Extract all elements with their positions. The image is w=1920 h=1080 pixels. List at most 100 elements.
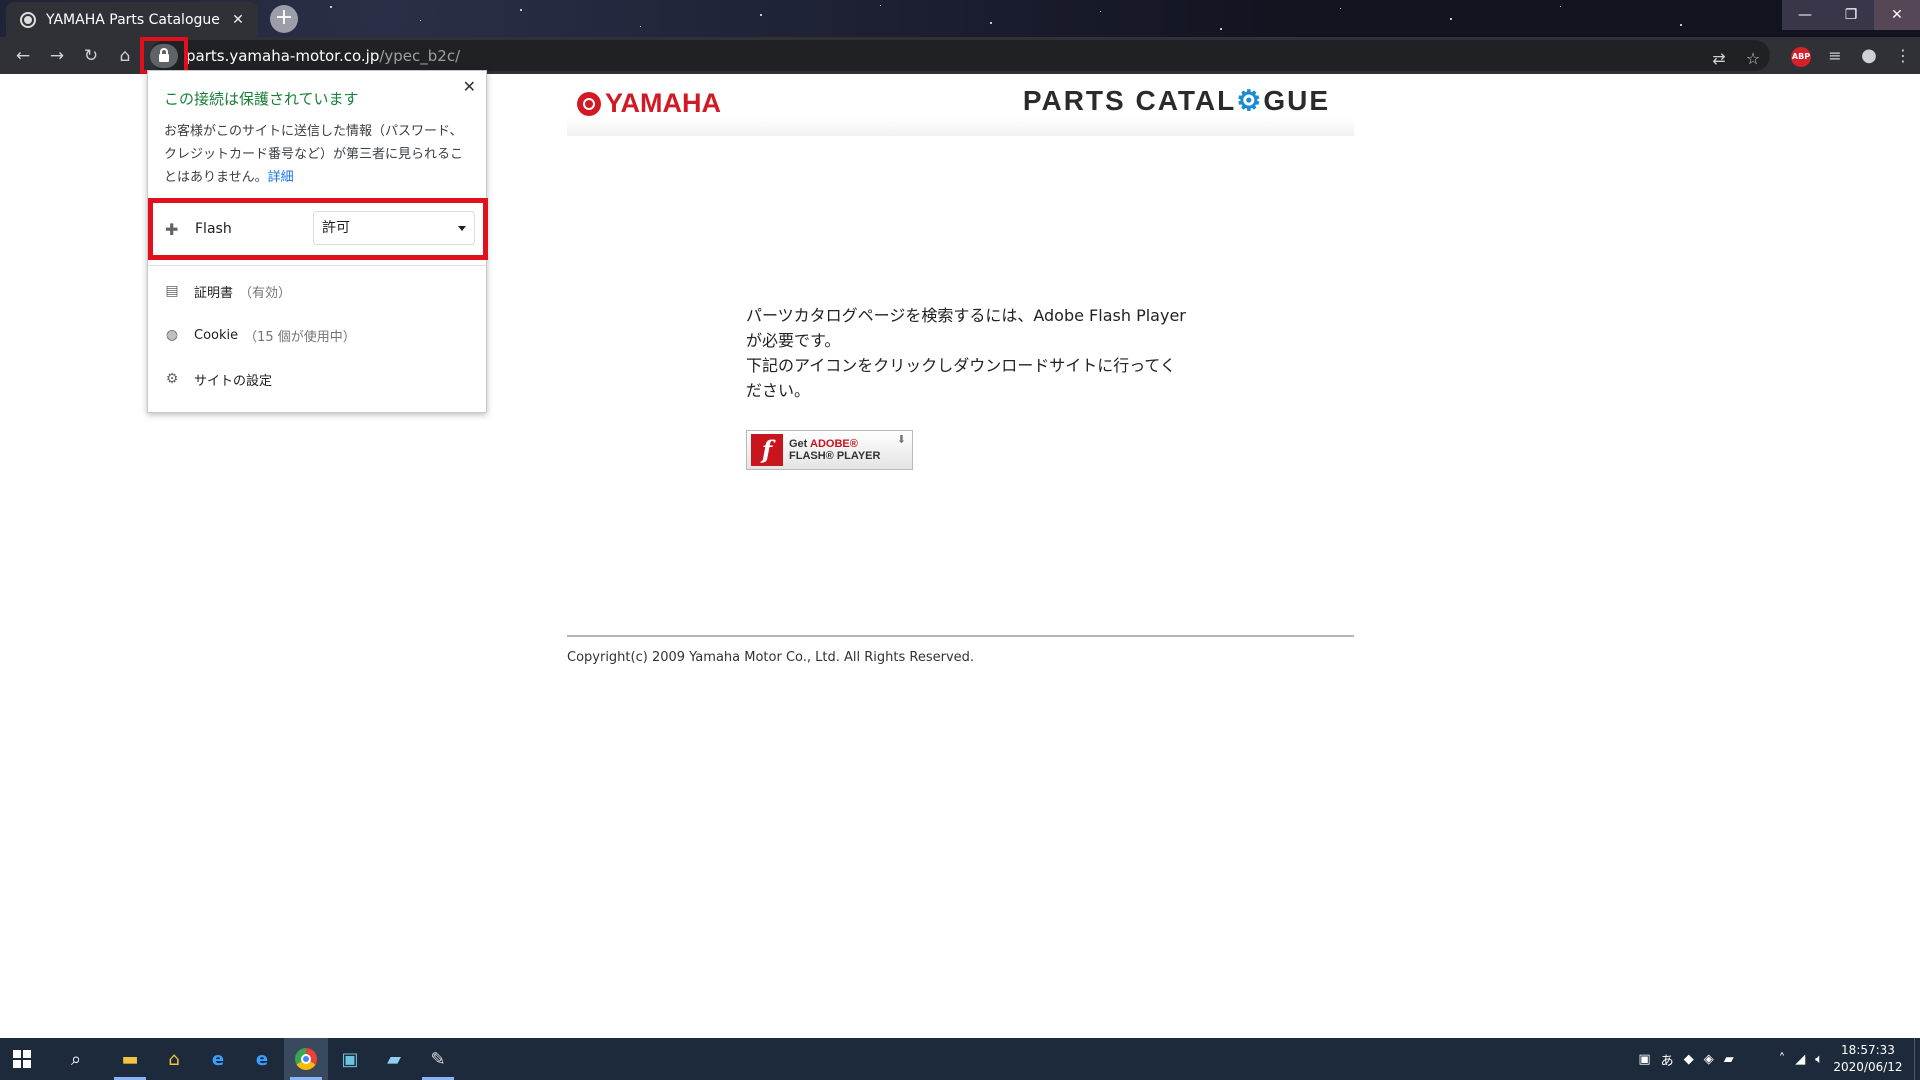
url-host: parts.yamaha-motor.co.jp xyxy=(186,46,380,65)
address-bar[interactable]: parts.yamaha-motor.co.jp/ypec_b2c/ ⇄ ☆ xyxy=(150,40,1770,71)
extension-area: ABP ≡ ● ⋮ xyxy=(1784,37,1920,74)
description-text: お客様がこのサイトに送信した情報（パスワード、クレジットカード番号など）が第三者… xyxy=(164,124,464,185)
parts-catalogue-title: PARTS CATAL⚙GUE xyxy=(1023,84,1330,117)
star xyxy=(880,5,881,6)
clock-time: 18:57:33 xyxy=(1841,1043,1895,1057)
file-explorer-icon[interactable]: ▬ xyxy=(108,1038,152,1080)
window-close-button[interactable]: ✕ xyxy=(1874,0,1920,30)
adblock-plus-icon[interactable]: ABP xyxy=(1784,44,1818,67)
flash-adobe-label: ADOBE® xyxy=(810,438,858,450)
system-tray: ▣ あ ◆ ◈ ▰ ˄ ◢ 🔈︎ 18:57:33 2020/06/12 xyxy=(1633,1038,1920,1080)
clock[interactable]: 18:57:33 2020/06/12 xyxy=(1828,1042,1908,1076)
flash-player-label: FLASH® PLAYER xyxy=(789,450,881,462)
flash-logo-icon: f xyxy=(751,434,783,466)
tray-app-icon[interactable]: ▰ xyxy=(1724,1052,1734,1067)
site-info-popup: ✕ この接続は保護されています お客様がこのサイトに送信した情報（パスワード、ク… xyxy=(147,70,488,413)
certificate-icon: ▤ xyxy=(165,283,179,299)
flash-label: Flash xyxy=(195,221,232,237)
site-settings-row[interactable]: ⚙ サイトの設定 xyxy=(148,361,486,397)
menu-icon[interactable]: ⋮ xyxy=(1886,46,1920,65)
star xyxy=(520,9,522,11)
home-folder-icon[interactable]: ⌂ xyxy=(152,1038,196,1080)
browser-tab[interactable]: YAMAHA Parts Catalogue ✕ xyxy=(6,2,258,37)
ime-indicator[interactable]: あ xyxy=(1661,1050,1674,1069)
yamaha-logo[interactable]: YAMAHA xyxy=(577,88,721,119)
popup-divider xyxy=(148,265,486,266)
reading-list-icon[interactable]: ≡ xyxy=(1818,46,1852,65)
catalogue-title-part2: GUE xyxy=(1263,85,1330,116)
clock-date: 2020/06/12 xyxy=(1833,1060,1903,1074)
chrome-taskbar-button[interactable] xyxy=(284,1038,328,1080)
windows-taskbar: ⌕ ▬ ⌂ e e ▣ ▰ ✎ ▣ あ ◆ ◈ ▰ ˄ ◢ 🔈︎ 18:57:3… xyxy=(0,1038,1920,1080)
yamaha-favicon-icon xyxy=(20,11,36,28)
internet-explorer-icon[interactable]: e xyxy=(196,1038,240,1080)
flash-button-text: Get ADOBE® FLASH® PLAYER xyxy=(789,438,880,462)
bookmark-star-icon[interactable]: ☆ xyxy=(1736,49,1770,68)
back-icon[interactable]: ← xyxy=(6,39,40,73)
details-link[interactable]: 詳細 xyxy=(268,170,294,185)
flash-permission-select[interactable]: 許可 xyxy=(313,211,475,245)
yamaha-emblem-icon xyxy=(577,91,601,116)
profile-icon[interactable]: ● xyxy=(1852,45,1886,66)
windows-start-icon xyxy=(13,1050,31,1068)
get-flash-player-button[interactable]: f Get ADOBE® FLASH® PLAYER ⬇ xyxy=(746,430,913,470)
popup-close-icon[interactable]: ✕ xyxy=(463,77,476,96)
flash-required-message: パーツカタログページを検索するには、Adobe Flash Playerが必要で… xyxy=(746,303,1186,403)
download-arrow-icon: ⬇ xyxy=(896,433,906,446)
window-controls: — ❐ ✕ xyxy=(1782,0,1920,30)
footer-divider xyxy=(567,635,1354,637)
flash-selected-value: 許可 xyxy=(322,220,350,236)
chevron-down-icon xyxy=(458,226,466,231)
flash-get-label: Get xyxy=(789,438,808,450)
forward-icon[interactable]: → xyxy=(40,39,74,73)
cookie-count: （15 個が使用中） xyxy=(244,329,356,345)
lock-icon xyxy=(150,44,178,68)
site-info-lock-button[interactable] xyxy=(140,37,188,74)
volume-icon[interactable]: 🔈︎ xyxy=(1815,1052,1823,1067)
tray-app-icon[interactable]: ◆ xyxy=(1684,1052,1694,1067)
edge-icon[interactable]: e xyxy=(240,1038,284,1080)
cookie-row[interactable]: ◍ Cookie （15 個が使用中） xyxy=(148,317,486,353)
connection-description: お客様がこのサイトに送信した情報（パスワード、クレジットカード番号など）が第三者… xyxy=(164,120,464,189)
certificate-row[interactable]: ▤ 証明書 （有効） xyxy=(148,273,486,309)
home-icon[interactable]: ⌂ xyxy=(108,39,142,73)
new-tab-button[interactable]: + xyxy=(270,5,298,33)
browser-toolbar: ← → ↻ ⌂ parts.yamaha-motor.co.jp/ypec_b2… xyxy=(0,37,1920,74)
tray-app-icon[interactable]: ▣ xyxy=(1638,1052,1650,1067)
tab-close-icon[interactable]: ✕ xyxy=(228,12,248,28)
chrome-icon xyxy=(295,1048,317,1070)
minimize-button[interactable]: — xyxy=(1782,0,1828,30)
copyright-text: Copyright(c) 2009 Yamaha Motor Co., Ltd.… xyxy=(567,650,975,665)
app-icon[interactable]: ▣ xyxy=(328,1038,372,1080)
paint-icon[interactable]: ✎ xyxy=(416,1038,460,1080)
certificate-status: （有効） xyxy=(239,285,292,301)
url-path: /ypec_b2c/ xyxy=(379,46,461,65)
notepad-icon[interactable]: ▰ xyxy=(372,1038,416,1080)
show-desktop-button[interactable] xyxy=(1914,1038,1920,1080)
cookie-icon: ◍ xyxy=(165,327,179,343)
message-line-1: パーツカタログページを検索するには、Adobe Flash Playerが必要で… xyxy=(746,306,1186,350)
star xyxy=(1100,11,1101,12)
star xyxy=(1220,28,1222,30)
start-button[interactable] xyxy=(0,1038,44,1080)
connection-secure-title: この接続は保護されています xyxy=(164,90,359,108)
omnibox-actions: ⇄ ☆ xyxy=(1702,40,1770,77)
chevron-up-icon[interactable]: ˄ xyxy=(1779,1052,1786,1067)
message-line-2: 下記のアイコンをクリックしダウンロードサイトに行ってください。 xyxy=(746,356,1176,400)
gear-icon: ⚙ xyxy=(165,371,179,387)
reload-icon[interactable]: ↻ xyxy=(74,39,108,73)
star xyxy=(640,26,641,27)
maximize-button[interactable]: ❐ xyxy=(1828,0,1874,30)
star xyxy=(1680,24,1682,26)
star xyxy=(330,6,332,8)
star xyxy=(420,20,421,21)
puzzle-piece-icon: ✚ xyxy=(165,220,179,239)
star xyxy=(1560,6,1561,7)
certificate-label: 証明書 xyxy=(194,285,234,301)
translate-icon[interactable]: ⇄ xyxy=(1702,49,1736,68)
cookie-label: Cookie xyxy=(194,327,239,343)
network-icon[interactable]: ◢ xyxy=(1795,1052,1805,1067)
star xyxy=(760,14,762,16)
search-icon[interactable]: ⌕ xyxy=(54,1038,98,1080)
tray-app-icon[interactable]: ◈ xyxy=(1704,1052,1714,1067)
